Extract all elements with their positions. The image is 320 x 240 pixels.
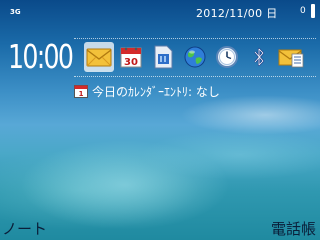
clock-icon <box>216 46 238 68</box>
shortcut-calendar[interactable]: 30 <box>116 42 146 72</box>
background-glow <box>180 95 320 135</box>
bluetooth-icon <box>254 47 265 67</box>
calendar-entry[interactable]: 1 今日のｶﾚﾝﾀﾞｰｴﾝﾄﾘ: なし <box>74 82 220 100</box>
calendar-icon: 30 <box>120 47 142 68</box>
battery-level: 0 <box>300 6 306 16</box>
clock-time[interactable]: 10:00 <box>8 37 74 76</box>
divider <box>74 76 316 77</box>
home-screen: 3G 2012/11/00 日 0 10:00 30 1 今日のｶﾚﾝﾀﾞｰｴﾝ… <box>0 0 320 240</box>
shortcut-bar: 30 <box>74 38 316 78</box>
calendar-day: 30 <box>124 57 138 68</box>
shortcut-contacts[interactable] <box>148 42 178 72</box>
calendar-entry-text: 今日のｶﾚﾝﾀﾞｰｴﾝﾄﾘ: なし <box>92 84 220 99</box>
softkey-contacts[interactable]: 電話帳 <box>271 218 316 239</box>
shortcut-messaging[interactable] <box>84 42 114 72</box>
softkey-notes[interactable]: ノート <box>2 218 47 239</box>
divider <box>74 38 316 39</box>
shortcut-mail[interactable] <box>276 42 306 72</box>
network-indicator: 3G <box>10 8 21 16</box>
calendar-small-icon: 1 <box>74 85 88 98</box>
mail-list-icon <box>278 49 304 68</box>
status-bar: 3G 2012/11/00 日 0 <box>0 0 320 22</box>
date-text: 2012/11/00 日 <box>196 7 278 20</box>
shortcut-web[interactable] <box>180 42 210 72</box>
shortcut-bluetooth[interactable] <box>244 42 274 72</box>
svg-text:1: 1 <box>79 90 84 98</box>
shortcut-clock[interactable] <box>212 42 242 72</box>
battery-icon <box>311 4 315 18</box>
envelope-icon <box>86 48 112 67</box>
sim-card-icon <box>154 45 173 69</box>
globe-icon <box>184 46 206 68</box>
